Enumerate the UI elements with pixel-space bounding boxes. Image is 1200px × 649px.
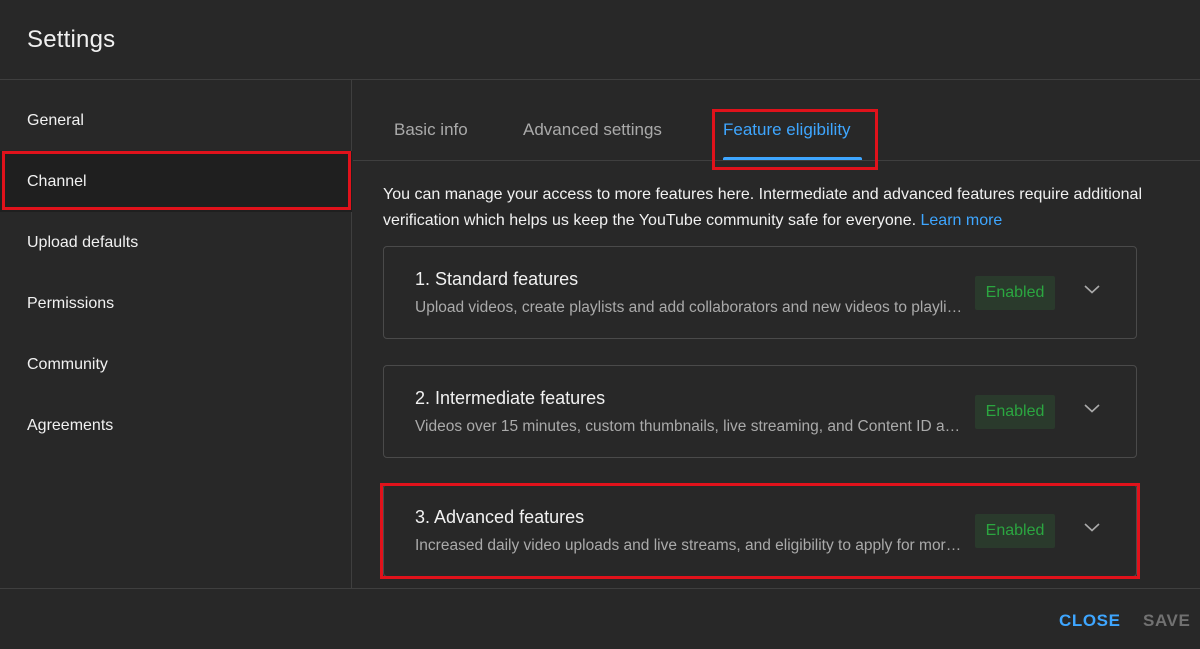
sidebar-item-label: Agreements xyxy=(27,416,114,434)
tab-bar: Basic info Advanced settings Feature eli… xyxy=(353,80,1200,161)
sidebar-item-permissions[interactable]: Permissions xyxy=(0,273,352,334)
sidebar-item-upload-defaults[interactable]: Upload defaults xyxy=(0,212,352,273)
status-badge: Enabled xyxy=(975,276,1055,310)
dialog-footer: CLOSE SAVE xyxy=(0,588,1200,649)
chevron-down-icon[interactable] xyxy=(1080,277,1104,301)
feature-card-intermediate[interactable]: 2. Intermediate features Videos over 15 … xyxy=(383,365,1137,458)
feature-card-advanced[interactable]: 3. Advanced features Increased daily vid… xyxy=(383,484,1137,577)
sidebar-item-label: General xyxy=(27,111,84,129)
save-button[interactable]: SAVE xyxy=(1143,611,1190,631)
chevron-down-icon[interactable] xyxy=(1080,396,1104,420)
intro-text: You can manage your access to more featu… xyxy=(383,182,1143,234)
settings-sidebar: General Channel Upload defaults Permissi… xyxy=(0,80,352,588)
feature-title: 2. Intermediate features xyxy=(415,388,606,408)
sidebar-item-label: Channel xyxy=(27,172,87,190)
feature-description: Videos over 15 minutes, custom thumbnail… xyxy=(415,418,965,435)
learn-more-link[interactable]: Learn more xyxy=(921,212,1003,229)
tab-advanced-settings[interactable]: Advanced settings xyxy=(523,120,662,140)
sidebar-item-label: Community xyxy=(27,355,108,373)
sidebar-item-agreements[interactable]: Agreements xyxy=(0,395,352,456)
sidebar-item-general[interactable]: General xyxy=(0,90,352,151)
feature-description: Increased daily video uploads and live s… xyxy=(415,537,965,554)
feature-description: Upload videos, create playlists and add … xyxy=(415,299,965,316)
sidebar-item-community[interactable]: Community xyxy=(0,334,352,395)
page-title: Settings xyxy=(27,26,116,53)
sidebar-item-channel[interactable]: Channel xyxy=(0,151,352,212)
feature-title: 3. Advanced features xyxy=(415,507,585,527)
status-badge: Enabled xyxy=(975,514,1055,548)
status-badge: Enabled xyxy=(975,395,1055,429)
settings-dialog: Settings General Channel Upload defaults… xyxy=(0,0,1200,649)
sidebar-item-label: Permissions xyxy=(27,294,115,312)
feature-title: 1. Standard features xyxy=(415,269,579,289)
chevron-down-icon[interactable] xyxy=(1080,515,1104,539)
tab-basic-info[interactable]: Basic info xyxy=(394,120,468,140)
feature-card-standard[interactable]: 1. Standard features Upload videos, crea… xyxy=(383,246,1137,339)
close-button[interactable]: CLOSE xyxy=(1059,611,1121,631)
sidebar-item-label: Upload defaults xyxy=(27,233,139,251)
tab-feature-eligibility[interactable]: Feature eligibility xyxy=(723,120,851,140)
intro-description: You can manage your access to more featu… xyxy=(383,186,1142,229)
dialog-header: Settings xyxy=(0,0,1200,80)
active-tab-indicator xyxy=(723,157,862,160)
